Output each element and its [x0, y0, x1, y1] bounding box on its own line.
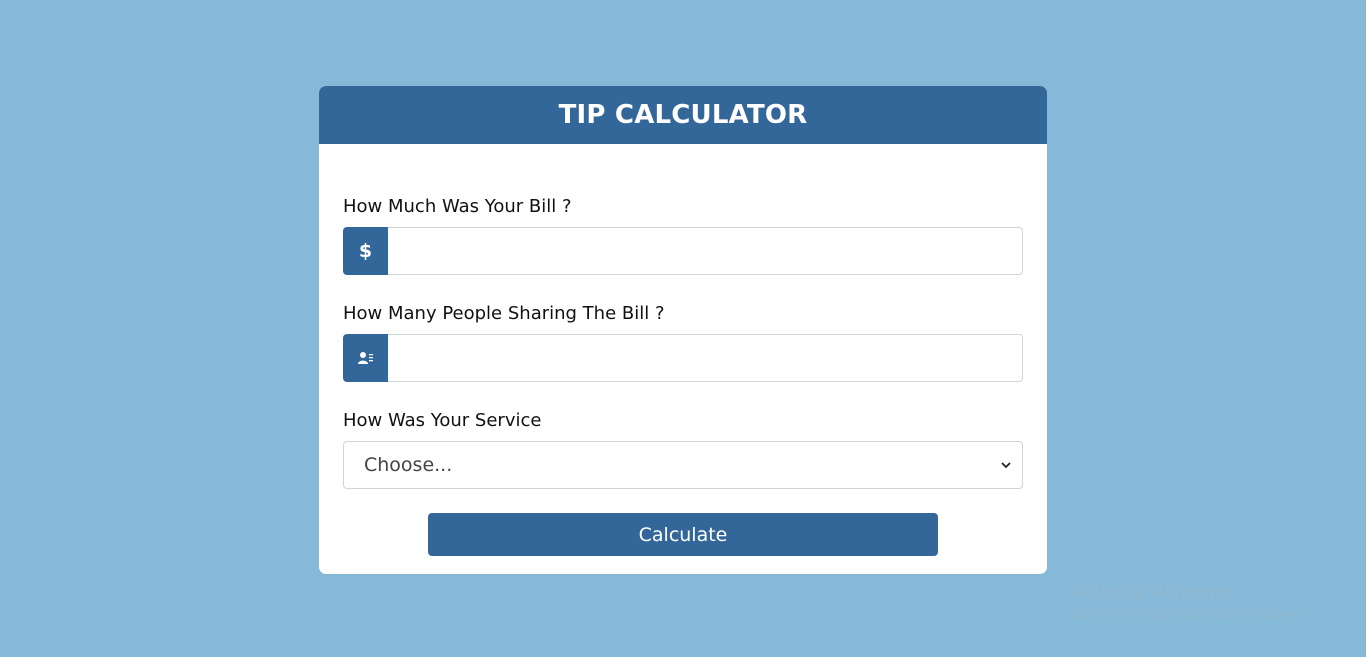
people-input-group [343, 334, 1023, 382]
bill-label: How Much Was Your Bill ? [343, 196, 572, 217]
watermark-subtitle: Go to Settings to activate Windows. [1072, 607, 1305, 622]
watermark-title: Activate Windows [1072, 582, 1232, 603]
bill-addon-symbol: $ [358, 240, 373, 262]
dollar-icon: $ [343, 227, 388, 275]
person-list-icon [343, 334, 388, 382]
bill-input-group: $ [343, 227, 1023, 275]
bill-amount-input[interactable] [388, 227, 1023, 275]
service-selected-value: Choose... [364, 454, 453, 476]
card-header: TIP CALCULATOR [319, 86, 1047, 144]
windows-activation-watermark: Activate Windows Go to Settings to activ… [1072, 582, 1305, 622]
calculate-button[interactable]: Calculate [428, 513, 938, 556]
people-label: How Many People Sharing The Bill ? [343, 303, 665, 324]
service-select[interactable]: Choose... [343, 441, 1023, 489]
tip-calculator-card: TIP CALCULATOR How Much Was Your Bill ? … [319, 86, 1047, 574]
chevron-down-icon [1001, 462, 1011, 469]
service-label: How Was Your Service [343, 410, 542, 431]
page-title: TIP CALCULATOR [558, 100, 808, 130]
people-count-input[interactable] [388, 334, 1023, 382]
